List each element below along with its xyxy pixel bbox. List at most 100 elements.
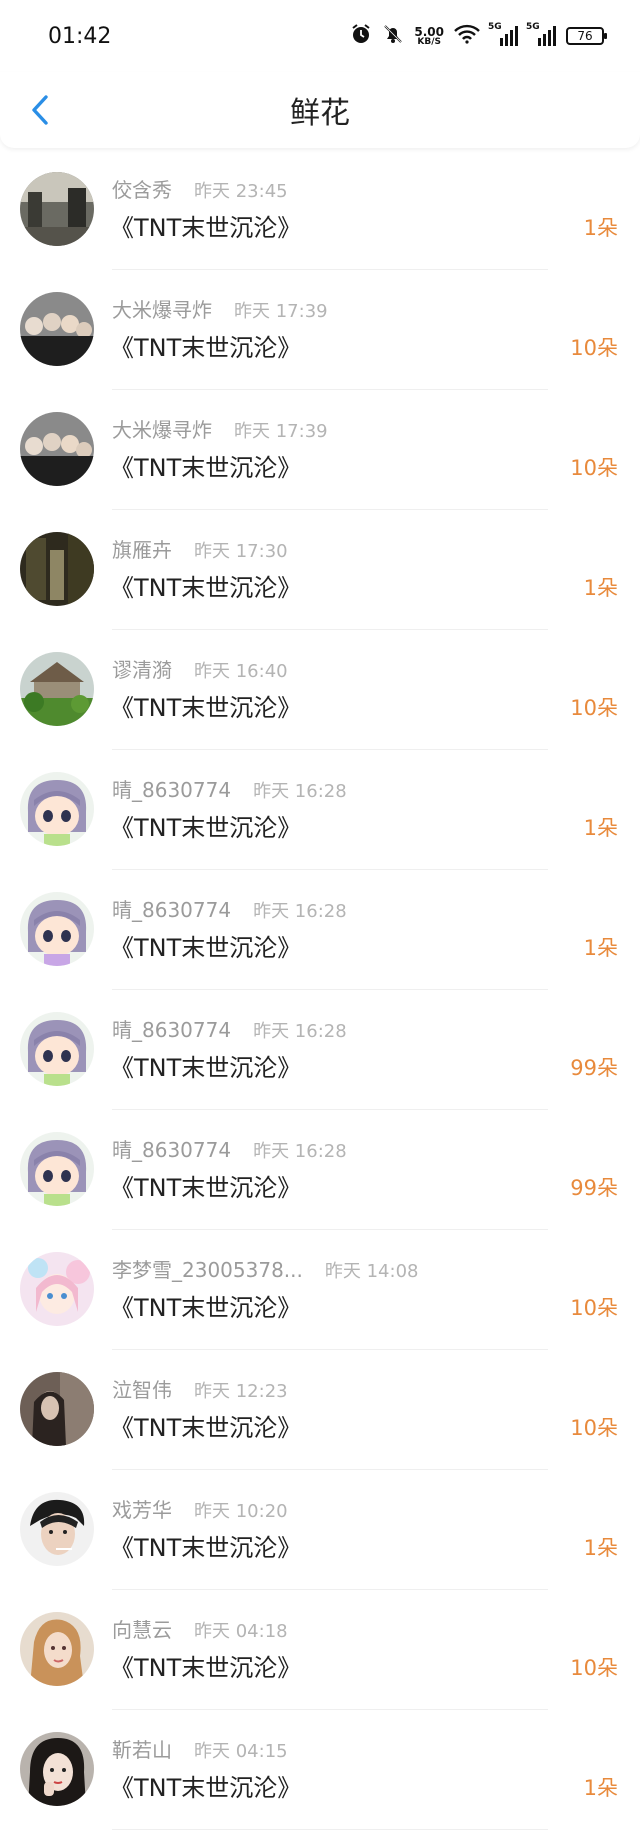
username[interactable]: 佼含秀 — [112, 174, 172, 203]
timestamp: 昨天 16:40 — [194, 661, 288, 682]
timestamp: 昨天 17:39 — [234, 421, 328, 442]
timestamp: 昨天 16:28 — [253, 901, 347, 922]
username[interactable]: 旗雁卉 — [112, 534, 172, 563]
list-item[interactable]: 向慧云 昨天 04:18 《TNT末世沉沦》 10朵 — [0, 1590, 640, 1710]
page-title: 鲜花 — [290, 96, 350, 131]
username[interactable]: 戏芳华 — [112, 1494, 172, 1523]
net-speed-unit: KB/S — [417, 36, 441, 47]
username[interactable]: 向慧云 — [112, 1614, 172, 1643]
book-title[interactable]: 《TNT末世沉沦》 — [110, 1408, 301, 1443]
flower-count: 99朵 — [570, 1176, 618, 1200]
signal-icon: 5G — [488, 22, 518, 46]
book-title[interactable]: 《TNT末世沉沦》 — [110, 1288, 301, 1323]
divider — [112, 1829, 548, 1830]
battery-level: 76 — [577, 29, 593, 43]
book-title[interactable]: 《TNT末世沉沦》 — [110, 928, 301, 963]
avatar[interactable] — [20, 772, 94, 846]
list-item[interactable]: 佼含秀 昨天 23:45 《TNT末世沉沦》 1朵 — [0, 150, 640, 270]
username[interactable]: 晴_8630774 — [112, 894, 231, 923]
chevron-left-icon — [32, 95, 48, 125]
timestamp: 昨天 23:45 — [194, 181, 288, 202]
signal-label: 5G — [488, 22, 502, 32]
nav-bar: 鲜花 — [0, 72, 640, 148]
list-item[interactable]: 晴_8630774 昨天 16:28 《TNT末世沉沦》 99朵 — [0, 1110, 640, 1230]
list-item[interactable]: 大米爆寻炸 昨天 17:39 《TNT末世沉沦》 10朵 — [0, 270, 640, 390]
username[interactable]: 泣智伟 — [112, 1374, 172, 1403]
flower-count: 1朵 — [583, 1776, 618, 1800]
username[interactable]: 大米爆寻炸 — [112, 294, 212, 323]
timestamp: 昨天 16:28 — [253, 1141, 347, 1162]
flower-count: 10朵 — [570, 1296, 618, 1320]
list-item[interactable]: 靳若山 昨天 04:15 《TNT末世沉沦》 1朵 — [0, 1710, 640, 1830]
avatar[interactable] — [20, 1732, 94, 1806]
book-title[interactable]: 《TNT末世沉沦》 — [110, 568, 301, 603]
list-item[interactable]: 晴_8630774 昨天 16:28 《TNT末世沉沦》 99朵 — [0, 990, 640, 1110]
timestamp: 昨天 10:20 — [194, 1501, 288, 1522]
username[interactable]: 晴_8630774 — [112, 1014, 231, 1043]
back-button[interactable] — [20, 90, 60, 130]
list-item[interactable]: 晴_8630774 昨天 16:28 《TNT末世沉沦》 1朵 — [0, 870, 640, 990]
timestamp: 昨天 04:15 — [194, 1741, 288, 1762]
book-title[interactable]: 《TNT末世沉沦》 — [110, 1648, 301, 1683]
username[interactable]: 谬清漪 — [112, 654, 172, 683]
avatar[interactable] — [20, 292, 94, 366]
flower-count: 99朵 — [570, 1056, 618, 1080]
timestamp: 昨天 16:28 — [253, 781, 347, 802]
book-title[interactable]: 《TNT末世沉沦》 — [110, 688, 301, 723]
avatar[interactable] — [20, 892, 94, 966]
list-item[interactable]: 晴_8630774 昨天 16:28 《TNT末世沉沦》 1朵 — [0, 750, 640, 870]
list-item[interactable]: 泣智伟 昨天 12:23 《TNT末世沉沦》 10朵 — [0, 1350, 640, 1470]
avatar[interactable] — [20, 532, 94, 606]
timestamp: 昨天 12:23 — [194, 1381, 288, 1402]
book-title[interactable]: 《TNT末世沉沦》 — [110, 448, 301, 483]
list-item[interactable]: 李梦雪_23005378... 昨天 14:08 《TNT末世沉沦》 10朵 — [0, 1230, 640, 1350]
avatar[interactable] — [20, 412, 94, 486]
username[interactable]: 晴_8630774 — [112, 774, 231, 803]
avatar[interactable] — [20, 1612, 94, 1686]
flower-count: 1朵 — [583, 936, 618, 960]
book-title[interactable]: 《TNT末世沉沦》 — [110, 328, 301, 363]
flower-count: 10朵 — [570, 336, 618, 360]
avatar[interactable] — [20, 1492, 94, 1566]
timestamp: 昨天 16:28 — [253, 1021, 347, 1042]
flower-count: 10朵 — [570, 696, 618, 720]
book-title[interactable]: 《TNT末世沉沦》 — [110, 1048, 301, 1083]
list-item[interactable]: 大米爆寻炸 昨天 17:39 《TNT末世沉沦》 10朵 — [0, 390, 640, 510]
battery-icon: 76 — [566, 27, 607, 45]
flower-count: 1朵 — [583, 1536, 618, 1560]
list-item[interactable]: 旗雁卉 昨天 17:30 《TNT末世沉沦》 1朵 — [0, 510, 640, 630]
avatar[interactable] — [20, 1372, 94, 1446]
status-bar: 01:42 5.00 KB/S 5G 5G 76 — [0, 0, 640, 72]
signal-icon: 5G — [526, 22, 556, 46]
book-title[interactable]: 《TNT末世沉沦》 — [110, 808, 301, 843]
username[interactable]: 靳若山 — [112, 1734, 172, 1763]
username[interactable]: 晴_8630774 — [112, 1134, 231, 1163]
book-title[interactable]: 《TNT末世沉沦》 — [110, 1168, 301, 1203]
timestamp: 昨天 17:39 — [234, 301, 328, 322]
timestamp: 昨天 17:30 — [194, 541, 288, 562]
list-item[interactable]: 谬清漪 昨天 16:40 《TNT末世沉沦》 10朵 — [0, 630, 640, 750]
book-title[interactable]: 《TNT末世沉沦》 — [110, 1528, 301, 1563]
flower-count: 10朵 — [570, 1416, 618, 1440]
avatar[interactable] — [20, 1252, 94, 1326]
avatar[interactable] — [20, 1132, 94, 1206]
avatar[interactable] — [20, 652, 94, 726]
status-icons: 5.00 KB/S 5G 5G 76 — [350, 22, 607, 49]
username[interactable]: 李梦雪_23005378... — [112, 1254, 303, 1283]
avatar[interactable] — [20, 1012, 94, 1086]
avatar[interactable] — [20, 172, 94, 246]
username[interactable]: 大米爆寻炸 — [112, 414, 212, 443]
net-speed-value: 5.00 — [414, 24, 444, 39]
flower-count: 1朵 — [583, 216, 618, 240]
status-time: 01:42 — [48, 23, 112, 49]
flower-count: 10朵 — [570, 1656, 618, 1680]
wifi-icon — [454, 24, 480, 48]
flower-list: 佼含秀 昨天 23:45 《TNT末世沉沦》 1朵 大米爆寻炸 昨天 17:39 《… — [0, 150, 640, 1830]
alarm-icon — [350, 23, 372, 49]
network-speed: 5.00 KB/S — [414, 26, 444, 47]
mute-bell-icon — [382, 23, 404, 49]
book-title[interactable]: 《TNT末世沉沦》 — [110, 1768, 301, 1803]
timestamp: 昨天 14:08 — [324, 1261, 419, 1282]
book-title[interactable]: 《TNT末世沉沦》 — [110, 208, 301, 243]
list-item[interactable]: 戏芳华 昨天 10:20 《TNT末世沉沦》 1朵 — [0, 1470, 640, 1590]
